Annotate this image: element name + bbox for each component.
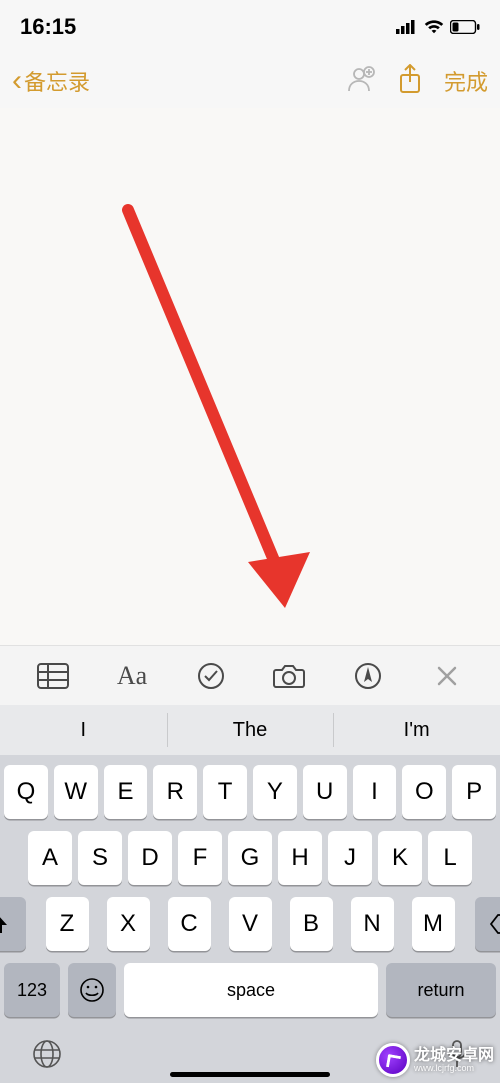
key-w[interactable]: W [54, 765, 98, 819]
key-r[interactable]: R [153, 765, 197, 819]
key-m[interactable]: M [412, 897, 455, 951]
note-content-area[interactable] [0, 108, 500, 645]
check-circle-icon [197, 662, 225, 690]
key-e[interactable]: E [104, 765, 148, 819]
key-j[interactable]: J [328, 831, 372, 885]
watermark-logo-icon [376, 1043, 410, 1077]
compass-icon [354, 662, 382, 690]
suggestion-2[interactable]: I'm [333, 705, 500, 755]
collaborate-button[interactable] [346, 65, 376, 98]
key-f[interactable]: F [178, 831, 222, 885]
battery-icon [450, 20, 480, 34]
chevron-left-icon: ‹ [12, 66, 22, 96]
key-z[interactable]: Z [46, 897, 89, 951]
status-bar: 16:15 [0, 0, 500, 54]
key-l[interactable]: L [428, 831, 472, 885]
done-button[interactable]: 完成 [444, 65, 488, 97]
text-format-button[interactable]: Aa [110, 654, 154, 698]
key-s[interactable]: S [78, 831, 122, 885]
key-u[interactable]: U [303, 765, 347, 819]
keyboard-row-3: Z X C V B N M [4, 897, 496, 951]
key-v[interactable]: V [229, 897, 272, 951]
key-a[interactable]: A [28, 831, 72, 885]
checklist-button[interactable] [189, 654, 233, 698]
key-b[interactable]: B [290, 897, 333, 951]
suggestion-0[interactable]: I [0, 705, 167, 755]
key-q[interactable]: Q [4, 765, 48, 819]
cellular-icon [396, 20, 418, 34]
key-g[interactable]: G [228, 831, 272, 885]
emoji-icon [79, 977, 105, 1003]
back-label: 备忘录 [24, 65, 90, 97]
person-add-icon [346, 65, 376, 93]
suggestion-bar: I The I'm [0, 705, 500, 755]
format-toolbar: Aa [0, 645, 500, 705]
space-key[interactable]: space [124, 963, 378, 1017]
share-button[interactable] [398, 64, 422, 99]
keyboard-row-1: Q W E R T Y U I O P [4, 765, 496, 819]
key-y[interactable]: Y [253, 765, 297, 819]
shift-key[interactable] [0, 897, 26, 951]
keyboard: Q W E R T Y U I O P A S D F G H J K L [0, 755, 500, 1083]
watermark-main: 龙城安卓网 [414, 1048, 494, 1064]
shift-icon [0, 913, 9, 935]
emoji-key[interactable] [68, 963, 116, 1017]
key-t[interactable]: T [203, 765, 247, 819]
close-icon [437, 666, 457, 686]
key-x[interactable]: X [107, 897, 150, 951]
key-h[interactable]: H [278, 831, 322, 885]
markup-button[interactable] [346, 654, 390, 698]
key-o[interactable]: O [402, 765, 446, 819]
keyboard-row-2: A S D F G H J K L [4, 831, 496, 885]
key-d[interactable]: D [128, 831, 172, 885]
key-i[interactable]: I [353, 765, 397, 819]
phone-frame: 16:15 ‹ 备忘录 完成 Aa [0, 0, 500, 1083]
globe-key[interactable] [32, 1039, 62, 1069]
keyboard-row-4: 123 space return [4, 963, 496, 1017]
table-icon [37, 663, 69, 689]
wifi-icon [424, 20, 444, 34]
nav-bar: ‹ 备忘录 完成 [0, 54, 500, 108]
suggestion-1[interactable]: The [167, 705, 334, 755]
key-n[interactable]: N [351, 897, 394, 951]
return-key[interactable]: return [386, 963, 496, 1017]
close-toolbar-button[interactable] [425, 654, 469, 698]
watermark: 龙城安卓网 www.lcjrfg.com [376, 1043, 494, 1077]
watermark-sub: www.lcjrfg.com [414, 1064, 494, 1073]
backspace-key[interactable] [475, 897, 500, 951]
back-button[interactable]: ‹ 备忘录 [12, 65, 90, 97]
key-c[interactable]: C [168, 897, 211, 951]
share-icon [398, 64, 422, 94]
key-k[interactable]: K [378, 831, 422, 885]
backspace-icon [490, 914, 500, 934]
camera-button[interactable] [267, 654, 311, 698]
table-button[interactable] [31, 654, 75, 698]
home-indicator[interactable] [170, 1072, 330, 1077]
camera-icon [273, 663, 305, 689]
status-indicators [396, 20, 480, 34]
numeric-key[interactable]: 123 [4, 963, 60, 1017]
status-time: 16:15 [20, 14, 76, 40]
globe-icon [32, 1039, 62, 1069]
key-p[interactable]: P [452, 765, 496, 819]
